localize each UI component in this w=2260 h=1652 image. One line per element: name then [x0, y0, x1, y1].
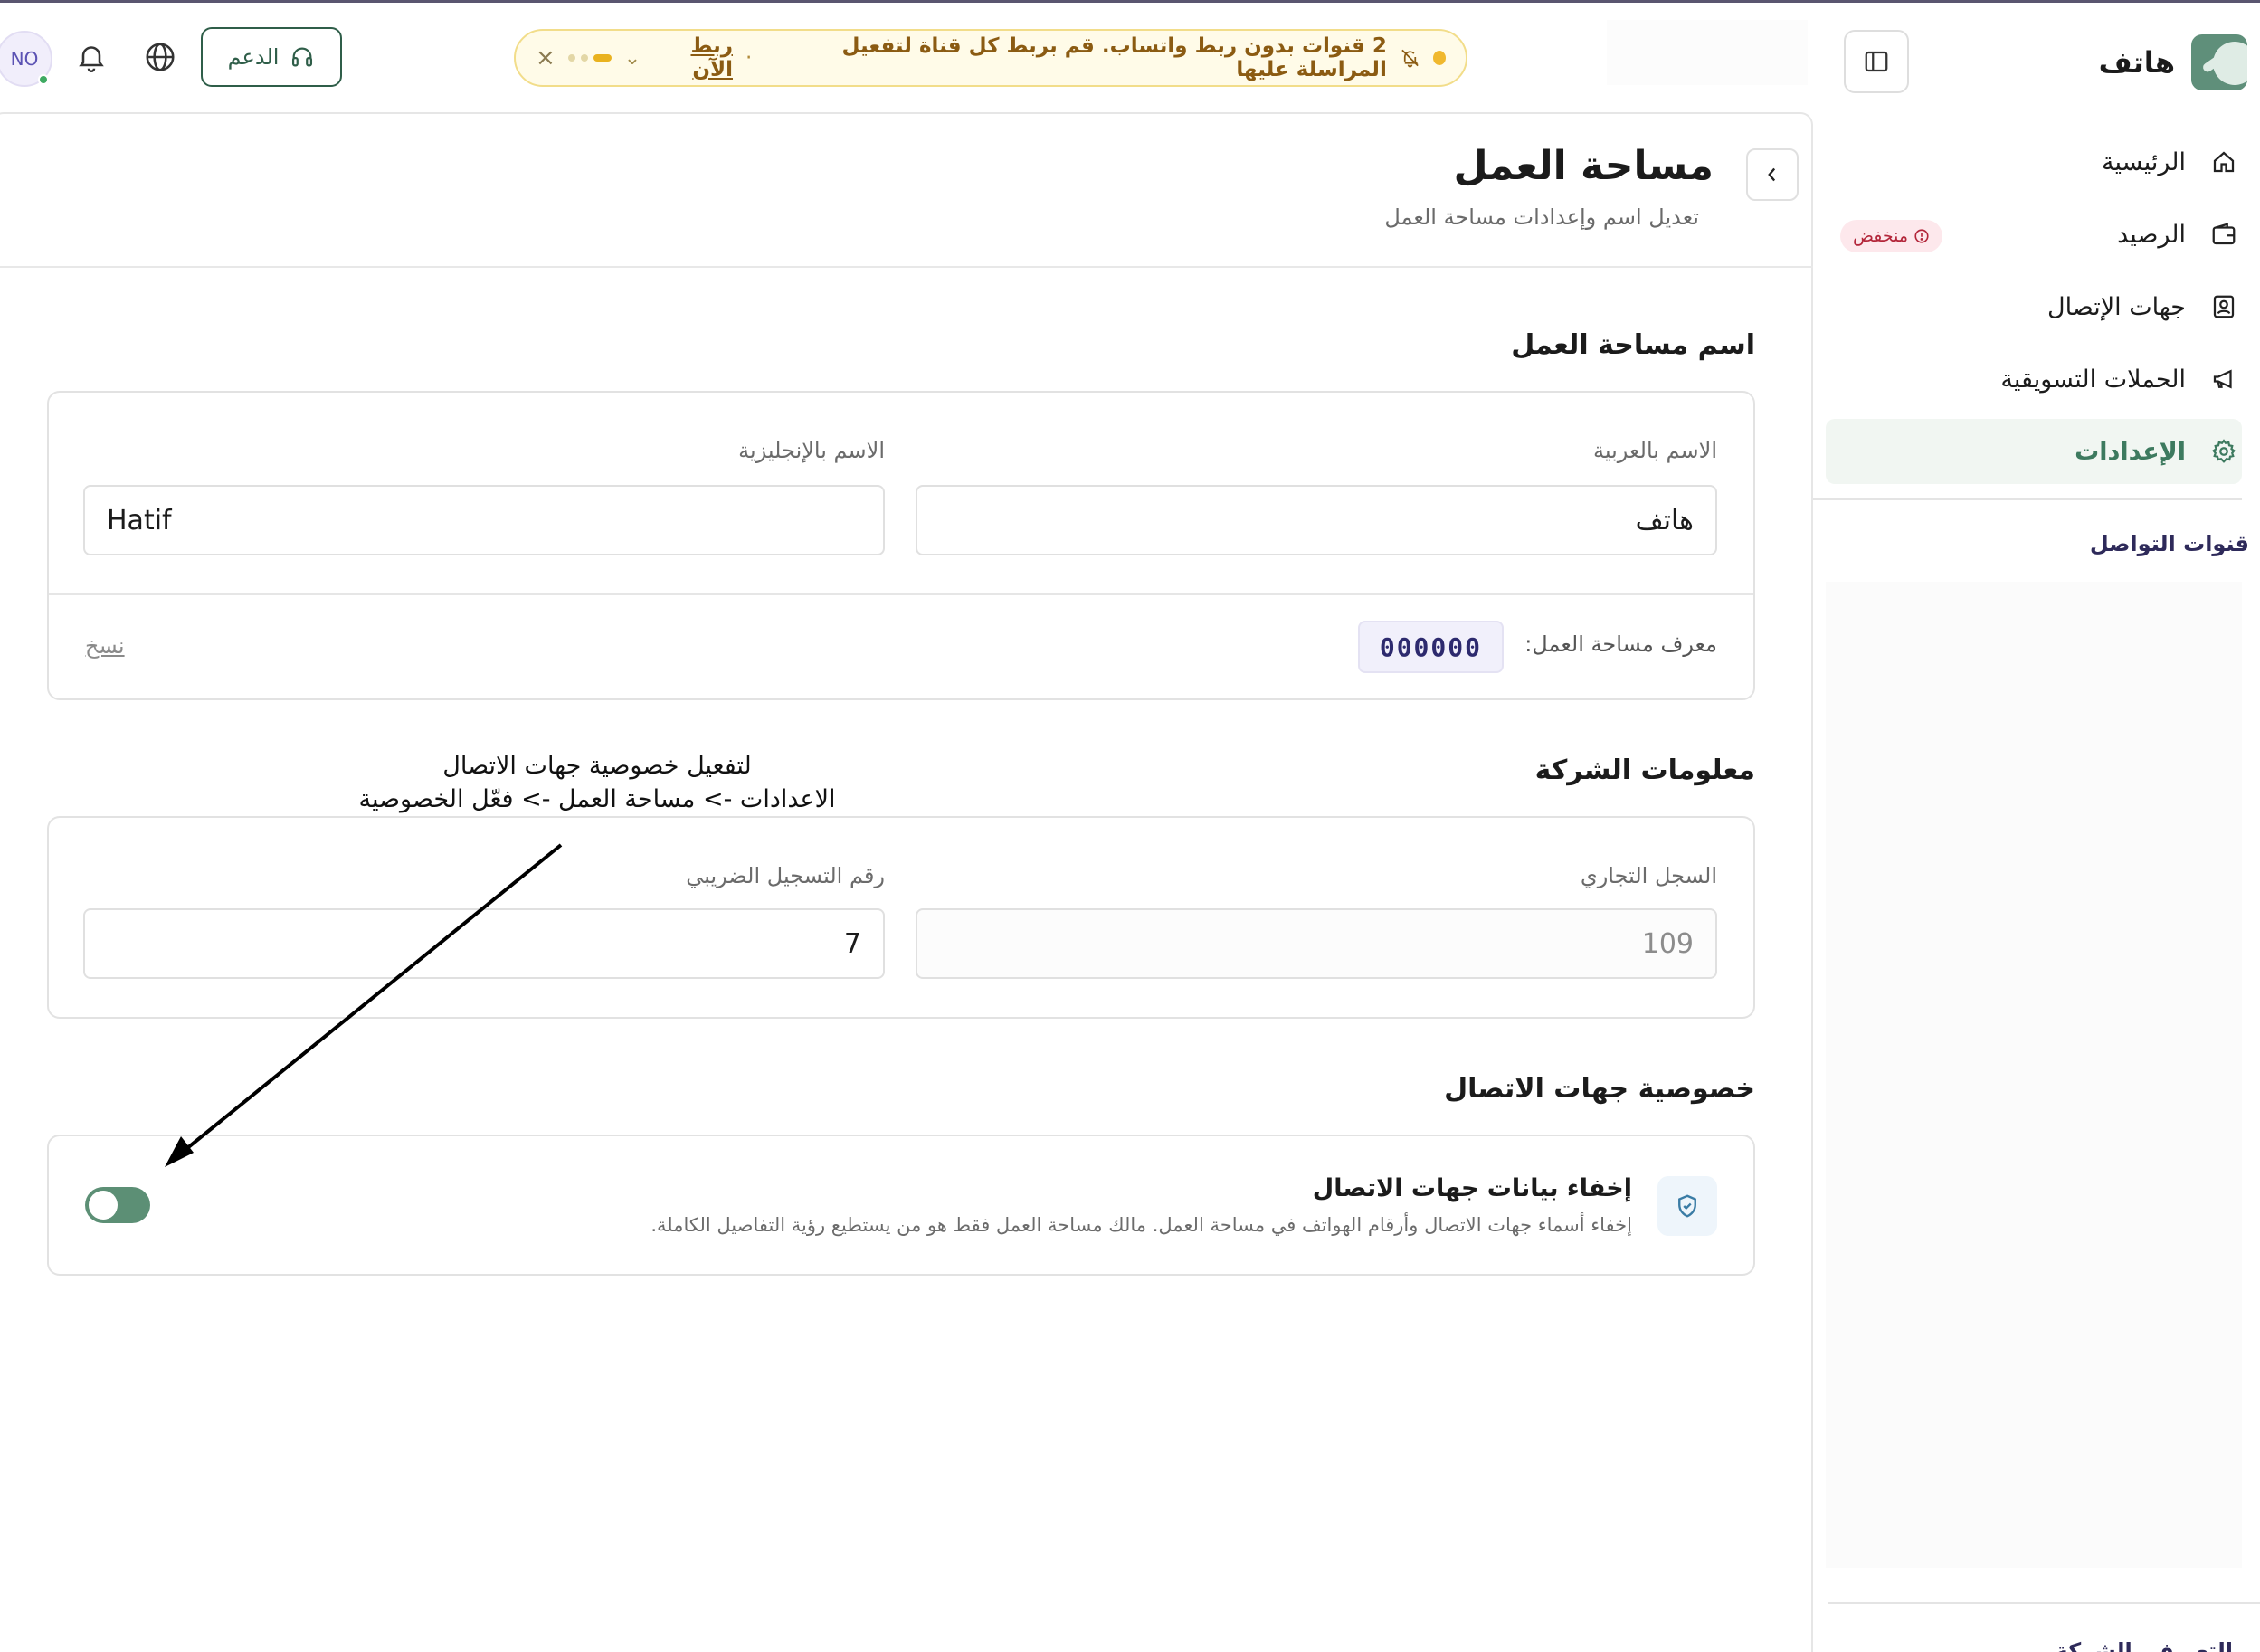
sidebar: هاتف الرئيسية الرصيد منخفض جهات الإتصال: [1809, 3, 2260, 1652]
contact-icon: [2206, 289, 2242, 325]
workspace-id-label: معرف مساحة العمل:: [1524, 631, 1717, 657]
company-info-card: السجل التجاري رقم التسجيل الضريبي 109 7: [47, 816, 1755, 1019]
commercial-register-label: السجل التجاري: [1580, 863, 1717, 888]
headset-icon: [292, 47, 313, 67]
notification-off-icon: [1401, 49, 1419, 68]
annotation-line-2: الاعدادات -> مساحة العمل -> فعّل الخصوصي…: [358, 785, 836, 813]
notifications-button[interactable]: [71, 36, 112, 78]
close-icon[interactable]: ×: [536, 44, 556, 71]
banner-separator: ·: [745, 46, 753, 70]
sidebar-item-campaigns[interactable]: الحملات التسويقية: [1826, 347, 2242, 412]
sidebar-item-label: الرئيسية: [2102, 147, 2186, 176]
support-label: الدعم: [227, 44, 280, 70]
workspace-name-card: الاسم بالعربية الاسم بالإنجليزية هاتف Ha…: [47, 391, 1755, 700]
copy-id-button[interactable]: نسخ: [85, 633, 125, 659]
divider: [1809, 498, 2242, 500]
sidebar-item-home[interactable]: الرئيسية: [1826, 129, 2242, 195]
globe-icon: [146, 43, 175, 71]
sidebar-item-label: الحملات التسويقية: [2000, 365, 2186, 394]
workspace-name-heading: اسم مساحة العمل: [1511, 329, 1755, 361]
brand[interactable]: هاتف: [2099, 33, 2247, 91]
sidebar-item-contacts[interactable]: جهات الإتصال: [1826, 274, 2242, 339]
sidebar-item-label: الرصيد: [2117, 220, 2186, 249]
wallet-icon: [2206, 216, 2242, 252]
sidebar-item-label: جهات الإتصال: [2046, 292, 2186, 321]
contact-privacy-heading: خصوصية جهات الاتصال: [1444, 1073, 1755, 1105]
english-name-input[interactable]: Hatif: [83, 485, 885, 555]
shield-icon-box: [1657, 1176, 1717, 1236]
sidebar-panel-icon: [1865, 51, 1888, 72]
sidebar-item-label: الإعدادات: [2075, 437, 2186, 466]
instruction-annotation: لتفعيل خصوصية جهات الاتصال الاعدادات -> …: [344, 749, 850, 816]
sidebar-nav: الرئيسية الرصيد منخفض جهات الإتصال الحمل…: [1826, 129, 2242, 491]
shield-check-icon: [1678, 1194, 1696, 1218]
workspace-id-value: 000000: [1357, 621, 1504, 673]
sidebar-item-balance[interactable]: الرصيد منخفض: [1826, 202, 2242, 267]
home-icon: [2206, 144, 2242, 180]
banner-message: 2 قنوات بدون ربط واتساب. قم بربط كل قناة…: [841, 34, 1387, 81]
card-divider: [49, 593, 1753, 595]
chevron-down-icon[interactable]: ⌄: [624, 47, 641, 70]
toggle-knob: [89, 1191, 118, 1220]
channels-section-title: قنوات التواصل: [2089, 531, 2249, 556]
company-info-heading: معلومات الشركة: [1534, 755, 1755, 786]
pager-dot-active[interactable]: [593, 54, 612, 62]
avatar[interactable]: NO: [0, 31, 52, 87]
contact-privacy-card: إخفاء بيانات جهات الاتصال إخفاء أسماء جه…: [47, 1135, 1755, 1276]
sidebar-item-settings[interactable]: الإعدادات: [1826, 419, 2242, 484]
language-button[interactable]: [139, 36, 181, 78]
megaphone-icon: [2206, 361, 2242, 397]
page-title: مساحة العمل: [1453, 143, 1714, 189]
gear-icon: [2206, 433, 2242, 470]
alert-circle-icon: [1914, 229, 1929, 243]
hide-contacts-description: إخفاء أسماء جهات الاتصال وأرقام الهواتف …: [650, 1214, 1632, 1236]
brand-logo: [2191, 34, 2247, 90]
hide-contacts-title: إخفاء بيانات جهات الاتصال: [1312, 1174, 1632, 1202]
english-name-label: الاسم بالإنجليزية: [738, 438, 885, 463]
pager-dot[interactable]: [580, 54, 588, 62]
support-button[interactable]: الدعم: [201, 27, 342, 87]
channels-list: [1826, 582, 2242, 1568]
bell-icon: [79, 46, 104, 72]
commercial-register-input[interactable]: 109: [916, 908, 1717, 979]
top-search-area: [1607, 20, 1808, 85]
whatsapp-link-banner: 2 قنوات بدون ربط واتساب. قم بربط كل قناة…: [514, 29, 1467, 87]
tax-number-label: رقم التسجيل الضريبي: [686, 863, 885, 888]
company-profile-link[interactable]: التعريف بالشركة: [2056, 1638, 2233, 1652]
header-divider: [0, 266, 1813, 268]
badge-label: منخفض: [1853, 226, 1909, 246]
sidebar-toggle-button[interactable]: [1844, 30, 1909, 93]
arabic-name-input[interactable]: هاتف: [916, 485, 1717, 555]
hide-contacts-toggle[interactable]: [85, 1187, 150, 1223]
avatar-initials: NO: [10, 48, 39, 70]
link-now-button[interactable]: ربط الآن: [653, 34, 733, 81]
pager-dot[interactable]: [567, 54, 575, 62]
status-dot: [1432, 51, 1446, 65]
tax-number-input[interactable]: 7: [83, 908, 885, 979]
banner-pager[interactable]: [567, 54, 612, 62]
page-subtitle: تعديل اسم وإعدادات مساحة العمل: [1384, 204, 1699, 230]
online-status-dot: [38, 74, 49, 85]
back-button[interactable]: [1746, 148, 1799, 201]
divider: [1828, 1602, 2260, 1604]
brand-name: هاتف: [2098, 45, 2175, 80]
low-balance-badge: منخفض: [1840, 220, 1943, 252]
arabic-name-label: الاسم بالعربية: [1593, 438, 1717, 463]
annotation-line-1: لتفعيل خصوصية جهات الاتصال: [442, 752, 752, 780]
chevron-right-icon: [1768, 167, 1776, 182]
